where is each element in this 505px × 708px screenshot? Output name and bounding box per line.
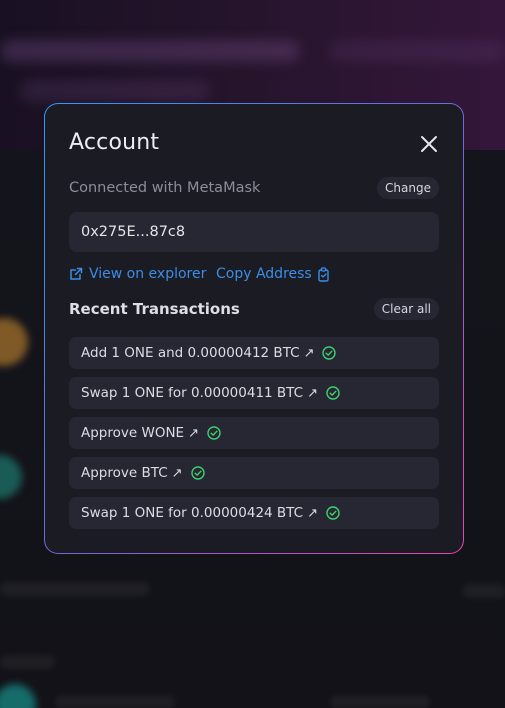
clear-all-button[interactable]: Clear all: [373, 298, 439, 320]
background-blurred-text: [0, 40, 300, 62]
close-icon: [421, 136, 437, 152]
transaction-label: Swap 1 ONE for 0.00000424 BTC: [81, 505, 304, 521]
external-arrow-icon: ↗: [307, 505, 318, 521]
external-link-icon: [70, 267, 83, 280]
check-circle-icon: [207, 426, 221, 440]
background-blurred-text: [20, 80, 210, 102]
check-circle-icon: [326, 386, 340, 400]
background-blurred-text: [330, 40, 505, 62]
transaction-item[interactable]: Approve WONE ↗: [69, 417, 439, 449]
external-arrow-icon: ↗: [307, 385, 318, 401]
external-arrow-icon: ↗: [171, 465, 183, 481]
check-circle-icon: [190, 466, 205, 480]
transaction-item[interactable]: Swap 1 ONE for 0.00000411 BTC ↗: [69, 377, 439, 409]
connected-wallet-text: Connected with MetaMask: [69, 180, 261, 196]
close-button[interactable]: [419, 134, 439, 154]
copy-address-label: Copy Address: [216, 266, 312, 282]
wallet-address: 0x275E...87c8: [69, 212, 439, 252]
external-arrow-icon: ↗: [303, 345, 315, 361]
view-on-explorer-label: View on explorer: [89, 266, 207, 282]
account-modal-body: Account Connected with MetaMask Change 0…: [45, 104, 463, 553]
transaction-label: Add 1 ONE and 0.00000412 BTC: [81, 345, 300, 361]
background-blurred-text: [0, 655, 55, 669]
check-circle-icon: [326, 506, 340, 520]
transaction-label: Swap 1 ONE for 0.00000411 BTC: [81, 385, 304, 401]
copy-address-button[interactable]: Copy Address: [216, 266, 331, 282]
transactions-list: Add 1 ONE and 0.00000412 BTC ↗ Swap 1 ON…: [69, 337, 439, 537]
transaction-label: Approve BTC: [81, 465, 168, 481]
transaction-item[interactable]: Add 1 ONE and 0.00000412 BTC ↗: [69, 337, 439, 369]
background-blurred-text: [0, 582, 150, 596]
transaction-item[interactable]: Swap 1 ONE for 0.00000424 BTC ↗: [69, 497, 439, 529]
background-blurred-text: [462, 584, 505, 598]
external-arrow-icon: ↗: [188, 425, 199, 441]
change-wallet-button[interactable]: Change: [377, 177, 439, 199]
view-on-explorer-link[interactable]: View on explorer: [69, 266, 206, 282]
recent-transactions-heading: Recent Transactions: [69, 300, 240, 318]
background-blurred-text: [55, 695, 175, 708]
copy-icon: [318, 266, 329, 282]
account-modal: Account Connected with MetaMask Change 0…: [44, 103, 464, 554]
transaction-label: Approve WONE: [81, 425, 185, 441]
check-circle-icon: [322, 346, 337, 360]
modal-title: Account: [69, 130, 160, 155]
background-blurred-text: [330, 695, 430, 708]
transaction-item[interactable]: Approve BTC ↗: [69, 457, 439, 489]
